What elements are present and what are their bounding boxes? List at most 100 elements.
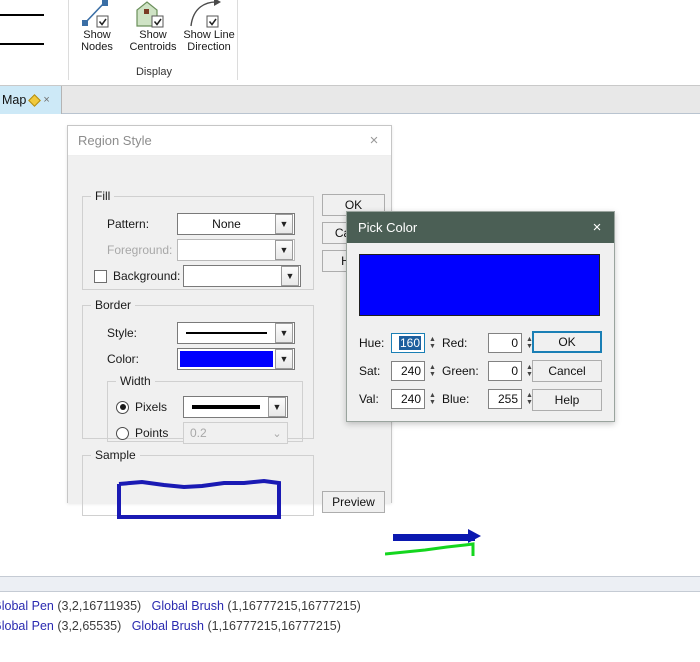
show-line-direction-icon <box>183 0 235 28</box>
pick-color-titlebar: Pick Color × <box>347 212 614 243</box>
color-preview-swatch <box>359 254 600 316</box>
pixels-radio[interactable] <box>116 401 129 414</box>
hue-input[interactable]: 160 <box>391 333 425 353</box>
ribbon-button-show-centroids[interactable]: Show Centroids <box>125 0 181 58</box>
chevron-down-icon[interactable]: ▼ <box>275 349 293 369</box>
pixels-row: Pixels ▼ <box>116 396 301 418</box>
log-pen-label: Global Pen <box>0 619 54 633</box>
ribbon-button-show-line-direction[interactable]: Show Line Direction <box>181 0 237 58</box>
region-style-title: Region Style <box>78 133 363 148</box>
pick-color-dialog: Pick Color × Hue: 160 ▲▼ Sat: 240 ▲▼ Val… <box>346 211 615 422</box>
green-row: Green: 0 ▲▼ <box>442 361 535 381</box>
foreground-combo[interactable]: ▼ <box>177 239 295 261</box>
close-icon[interactable]: × <box>584 215 610 241</box>
ribbon: Show Nodes Show <box>0 0 700 80</box>
line-style-swatch <box>186 332 267 334</box>
foreground-row: Foreground: ▼ <box>107 239 307 261</box>
red-input[interactable]: 0 <box>488 333 522 353</box>
val-input[interactable]: 240 <box>391 389 425 409</box>
pattern-combo[interactable]: None ▼ <box>177 213 295 235</box>
pixels-width-combo[interactable]: ▼ <box>183 396 288 418</box>
sample-preview <box>84 474 310 524</box>
log-brush-label: Global Brush <box>152 599 224 613</box>
green-label: Green: <box>442 364 488 378</box>
ribbon-line-samples <box>0 0 64 80</box>
show-nodes-icon <box>71 0 123 28</box>
pattern-row: Pattern: None ▼ <box>107 213 307 235</box>
border-color-combo[interactable]: ▼ <box>177 348 295 370</box>
val-spinner[interactable]: ▲▼ <box>427 389 438 409</box>
background-combo[interactable]: ▼ <box>183 265 301 287</box>
green-input[interactable]: 0 <box>488 361 522 381</box>
sample-group: Sample <box>82 448 314 516</box>
chevron-down-icon[interactable]: ⌄ <box>268 423 286 443</box>
pick-color-body: Hue: 160 ▲▼ Sat: 240 ▲▼ Val: 240 ▲▼ Red:… <box>347 243 614 421</box>
fill-group-legend: Fill <box>91 189 114 203</box>
foreground-label: Foreground: <box>107 243 177 257</box>
sat-input[interactable]: 240 <box>391 361 425 381</box>
region-preview-button[interactable]: Preview <box>322 491 385 513</box>
background-label: Background: <box>113 269 183 283</box>
border-color-row: Color: ▼ <box>107 348 307 370</box>
points-radio[interactable] <box>116 427 129 440</box>
ribbon-group-display: Show Nodes Show <box>68 0 238 80</box>
chevron-down-icon[interactable]: ▼ <box>275 323 293 343</box>
background-row: Background: ▼ <box>94 265 309 287</box>
ribbon-group-title: Display <box>69 66 239 78</box>
blue-label: Blue: <box>442 392 488 406</box>
log-brush-label: Global Brush <box>132 619 204 633</box>
label-line-1: Show <box>83 29 111 41</box>
hue-spinner[interactable]: ▲▼ <box>427 333 438 353</box>
border-style-combo[interactable]: ▼ <box>177 322 295 344</box>
pick-ok-button[interactable]: OK <box>532 331 602 353</box>
blue-row: Blue: 255 ▲▼ <box>442 389 535 409</box>
ribbon-label-show-line-direction: Show Line Direction <box>181 29 237 53</box>
hue-value: 160 <box>399 336 421 350</box>
label-line-2: Nodes <box>81 41 113 53</box>
sat-row: Sat: 240 ▲▼ <box>359 361 438 381</box>
line-sample-1 <box>0 14 44 16</box>
hue-label: Hue: <box>359 336 391 350</box>
pixels-label: Pixels <box>135 400 183 414</box>
points-value-combo[interactable]: 0.2 ⌄ <box>183 422 288 444</box>
chevron-down-icon[interactable]: ▼ <box>281 266 299 286</box>
status-bar <box>0 576 700 592</box>
close-icon[interactable]: × <box>363 130 385 152</box>
points-row: Points 0.2 ⌄ <box>116 422 301 444</box>
pick-help-button[interactable]: Help <box>532 389 602 411</box>
drawn-green-polyline <box>385 542 485 556</box>
tab-close-icon[interactable]: × <box>43 95 49 106</box>
region-style-body: Fill Pattern: None ▼ Foreground: ▼ <box>68 156 391 503</box>
pick-color-title: Pick Color <box>358 220 584 235</box>
pick-cancel-button[interactable]: Cancel <box>532 360 602 382</box>
border-group-legend: Border <box>91 298 135 312</box>
ribbon-button-show-nodes[interactable]: Show Nodes <box>69 0 125 58</box>
points-label: Points <box>135 426 183 440</box>
border-style-label: Style: <box>107 326 177 340</box>
chevron-down-icon[interactable]: ▼ <box>275 240 293 260</box>
sat-spinner[interactable]: ▲▼ <box>427 361 438 381</box>
ribbon-label-show-nodes: Show Nodes <box>69 29 125 53</box>
app-root: Show Nodes Show <box>0 0 700 662</box>
label-line-1: Show <box>139 29 167 41</box>
fill-group: Fill Pattern: None ▼ Foreground: ▼ <box>82 189 314 290</box>
hue-row: Hue: 160 ▲▼ <box>359 333 438 353</box>
color-swatch <box>180 351 273 367</box>
chevron-down-icon[interactable]: ▼ <box>275 214 293 234</box>
region-style-titlebar: Region Style × <box>68 126 391 156</box>
width-group-legend: Width <box>116 374 155 388</box>
background-checkbox[interactable] <box>94 270 107 283</box>
val-label: Val: <box>359 392 391 406</box>
tab-map[interactable]: Map × <box>0 86 62 114</box>
sample-group-legend: Sample <box>91 448 140 462</box>
drawn-blue-arrowhead <box>468 529 481 543</box>
val-row: Val: 240 ▲▼ <box>359 389 438 409</box>
log-pane[interactable]: Global Pen (3,2,16711935) Global Brush (… <box>0 593 700 662</box>
log-pen-value: (3,2,16711935) <box>57 599 141 613</box>
points-value: 0.2 <box>184 426 268 440</box>
border-color-label: Color: <box>107 352 177 366</box>
log-brush-value: (1,16777215,16777215) <box>207 619 340 633</box>
chevron-down-icon[interactable]: ▼ <box>268 397 286 417</box>
blue-input[interactable]: 255 <box>488 389 522 409</box>
log-brush-value: (1,16777215,16777215) <box>227 599 360 613</box>
